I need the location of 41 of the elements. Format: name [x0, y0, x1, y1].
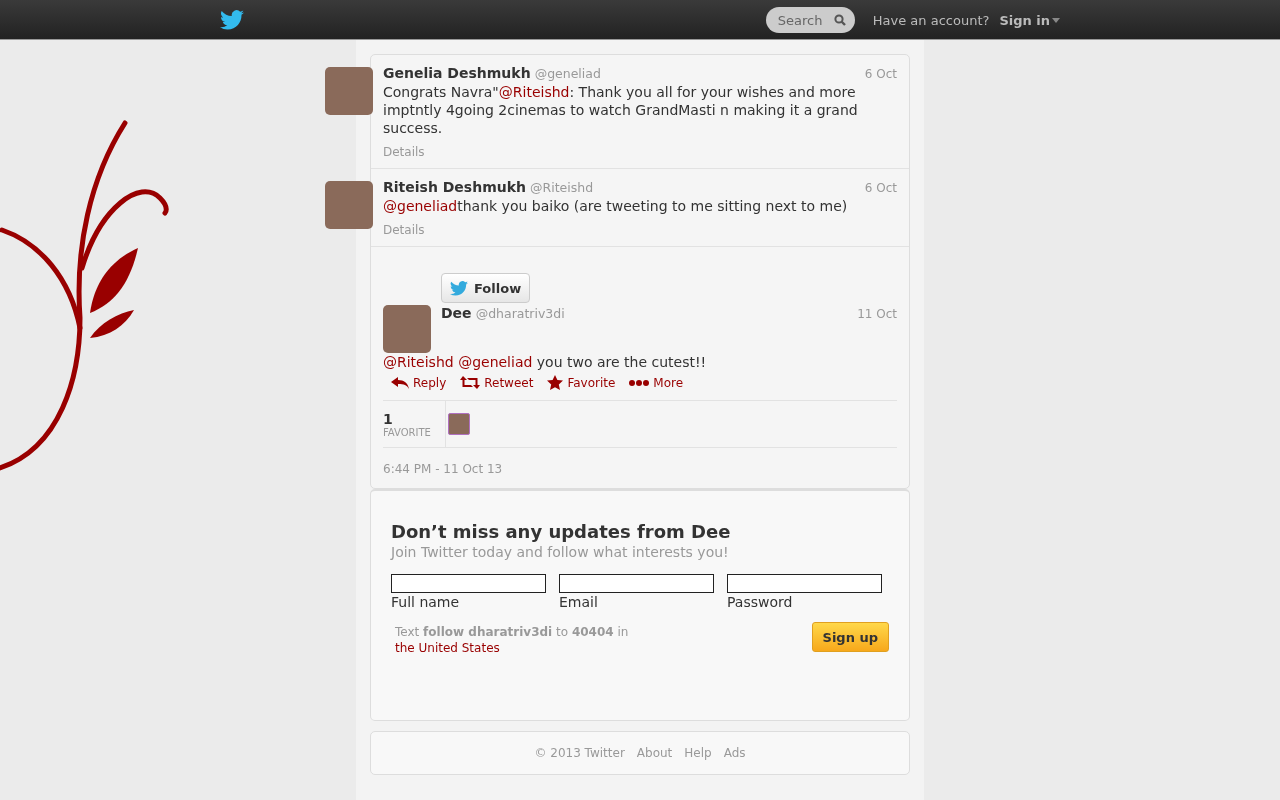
more-dots-icon: [629, 378, 650, 387]
tweet-text: Congrats Navra"@Riteishd: Thank you all for your wishes and more imptntly 4going 2cinemas to watch GrandMasti n making it a grand success.: [383, 83, 859, 137]
caret-icon: [1052, 17, 1060, 23]
signup-title: Don’t miss any updates from Dee: [391, 521, 732, 542]
signup-subtitle: Join Twitter today and follow what interests you!: [391, 544, 730, 560]
field-label: Full name: [391, 594, 461, 610]
sign-up-button[interactable]: Sign up: [811, 622, 889, 652]
star-icon: [547, 375, 564, 390]
mention-link[interactable]: @Riteishd: [498, 84, 570, 100]
country-link[interactable]: the United States: [395, 641, 500, 655]
more-button[interactable]: More: [629, 375, 684, 390]
user-name[interactable]: Dee: [441, 305, 472, 321]
favorite-button[interactable]: Favorite: [547, 375, 616, 390]
tweet-timestamp: 6:44 PM - 11 Oct 13: [383, 462, 504, 476]
sms-instructions: Text follow dharatriv3di to 40404 in the United States: [394, 624, 630, 656]
user-name[interactable]: Genelia Deshmukh: [383, 65, 531, 81]
tweet-text: @geneliadthank you baiko (are tweeting to me sitting next to me): [383, 197, 849, 215]
copyright-text: © 2013 Twitter: [534, 746, 625, 760]
search-icon: [833, 14, 846, 26]
text-input[interactable]: [391, 574, 546, 593]
bird-icon: [450, 280, 468, 296]
field-label: Password: [727, 594, 794, 610]
bird-logo-icon[interactable]: [220, 10, 244, 30]
account-prompt: Have an account?: [872, 12, 990, 28]
reply-button[interactable]: Reply: [391, 375, 447, 390]
retweet-icon: [460, 376, 481, 389]
text-input[interactable]: [559, 574, 714, 593]
sign-in-button[interactable]: Sign in: [999, 12, 1060, 28]
text-input[interactable]: [727, 574, 882, 593]
retweet-button[interactable]: Retweet: [460, 375, 534, 390]
field-label: Email: [559, 594, 599, 610]
mention-link[interactable]: @geneliad: [383, 198, 458, 214]
favorite-label: FAVORITE: [383, 426, 432, 438]
search-field[interactable]: Search: [765, 7, 855, 33]
tweet-text: @Riteishd @geneliad you two are the cutest!!: [383, 353, 708, 371]
mention-link[interactable]: @Riteishd: [383, 354, 454, 370]
user-name[interactable]: Riteish Deshmukh: [383, 179, 526, 195]
favorite-count[interactable]: 1: [383, 410, 445, 427]
reply-arrow-icon: [391, 376, 409, 389]
mention-link[interactable]: @geneliad: [458, 354, 533, 370]
follow-button[interactable]: Follow: [441, 273, 531, 303]
